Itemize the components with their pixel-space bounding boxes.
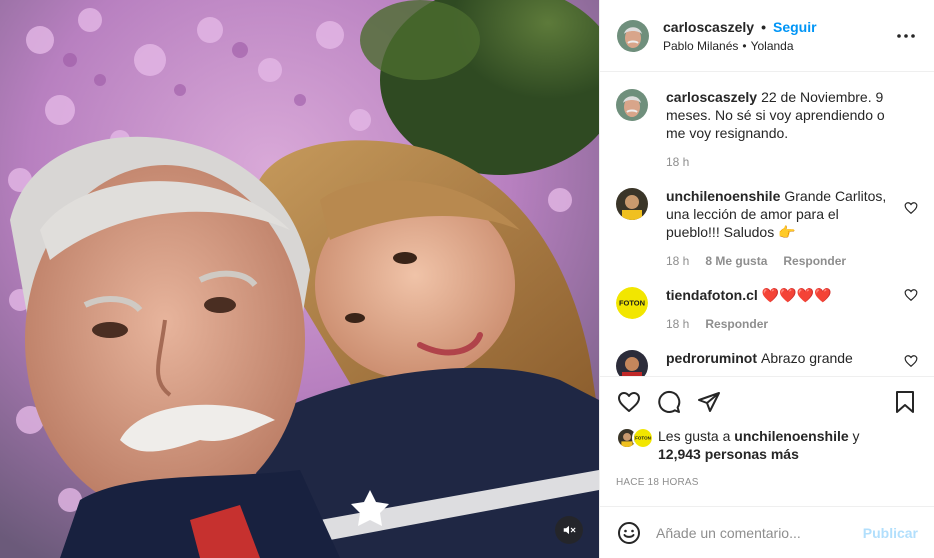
heart-icon [618,392,640,412]
comment-meta: 18 h Responder [666,317,894,331]
comment-body: unchilenoenshile Grande Carlitos, una lec… [666,187,918,268]
comment-text: tiendafoton.cl ❤️❤️❤️❤️ [666,286,894,304]
reply-button[interactable]: Responder [783,254,846,268]
reply-button[interactable]: Responder [705,317,768,331]
comment-input[interactable] [656,524,863,541]
mute-button[interactable] [555,516,583,544]
comment-item: unchilenoenshile Grande Carlitos, una lec… [616,187,918,268]
like-comment-heart-icon[interactable] [904,201,918,215]
likes-summary: FOTON Les gusta a unchilenoenshile y 12,… [616,427,918,463]
liker-avatar: FOTON [632,427,654,449]
comment-content: Abrazo grande [761,350,853,366]
emoji-button[interactable] [616,520,642,546]
more-horizontal-icon [897,33,915,38]
comment-content: ❤️❤️❤️❤️ [761,287,832,303]
paper-plane-icon [698,392,720,412]
follow-button[interactable]: Seguir [773,18,817,36]
commenter-avatar[interactable] [616,188,648,220]
avatar-image [616,89,648,121]
publish-button[interactable]: Publicar [863,525,918,541]
save-button[interactable] [892,389,918,415]
comment-body: tiendafoton.cl ❤️❤️❤️❤️ 18 h Responder [666,286,918,331]
caption: carloscaszely 22 de Noviembre. 9 meses. N… [616,88,918,169]
comment-likes[interactable]: 8 Me gusta [705,254,767,268]
comment-text: unchilenoenshile Grande Carlitos, una lec… [666,187,894,241]
caption-meta: 18 h [666,155,894,169]
audio-song: Yolanda [750,38,794,53]
comment-item: FOTON tiendafoton.cl ❤️❤️❤️❤️ 18 h Respon… [616,286,918,331]
comment-username[interactable]: tiendafoton.cl [666,287,758,303]
header-text: carloscaszely • Seguir Pablo Milanés • Yol… [663,18,894,54]
audio-separator: • [742,38,747,53]
caption-time[interactable]: 18 h [666,155,689,169]
like-comment-heart-icon[interactable] [904,354,918,368]
comment-body: pedroruminot Abrazo grande [666,349,918,367]
caption-text: carloscaszely 22 de Noviembre. 9 meses. N… [666,88,894,142]
post-actions-area: FOTON Les gusta a unchilenoenshile y 12,… [600,376,934,489]
post-photo[interactable] [0,0,599,558]
header-row: carloscaszely • Seguir [663,18,894,36]
separator-dot: • [761,18,766,35]
likers-avatars: FOTON [616,427,654,449]
author-avatar[interactable] [617,19,649,52]
like-button[interactable] [616,389,642,415]
audio-artist: Pablo Milanés [663,38,739,53]
comment-bubble-icon [658,391,681,413]
likes-text: Les gusta a unchilenoenshile y 12,943 pe… [658,427,860,463]
action-bar [616,377,918,427]
volume-off-icon [563,525,576,535]
audio-info[interactable]: Pablo Milanés • Yolanda [663,39,894,54]
comment-text: pedroruminot Abrazo grande [666,349,894,367]
comment-username[interactable]: pedroruminot [666,350,757,366]
commenter-avatar[interactable] [616,350,648,376]
smiley-icon [618,521,640,544]
post-side-panel: carloscaszely • Seguir Pablo Milanés • Yol… [599,0,934,558]
post-header: carloscaszely • Seguir Pablo Milanés • Yol… [600,0,934,72]
foton-logo-avatar: FOTON [634,429,652,447]
comment-meta: 18 h 8 Me gusta Responder [666,254,894,268]
more-options-button[interactable] [894,24,918,48]
like-comment-heart-icon[interactable] [904,288,918,302]
comment-time[interactable]: 18 h [666,254,689,268]
comment-time[interactable]: 18 h [666,317,689,331]
comment-item: pedroruminot Abrazo grande [616,349,918,376]
share-button[interactable] [696,389,722,415]
svg-text:FOTON: FOTON [619,299,645,308]
likes-count[interactable]: 12,943 personas más [658,446,799,462]
caption-body: carloscaszely 22 de Noviembre. 9 meses. N… [666,88,918,169]
foton-logo-avatar: FOTON [616,287,648,319]
caption-username[interactable]: carloscaszely [666,89,757,105]
likes-middle: y [848,428,860,444]
avatar-image [616,188,648,220]
avatar-image [616,350,648,376]
caption-avatar[interactable] [616,89,648,121]
comments-list[interactable]: carloscaszely 22 de Noviembre. 9 meses. N… [600,72,934,376]
avatar-image [617,19,649,52]
likes-prefix: Les gusta a [658,428,735,444]
post-age[interactable]: HACE 18 HORAS [616,477,918,489]
liker-username[interactable]: unchilenoenshile [734,428,848,444]
selfie-photo [0,0,599,558]
author-username[interactable]: carloscaszely [663,18,754,36]
svg-text:FOTON: FOTON [635,436,651,441]
comment-username[interactable]: unchilenoenshile [666,188,780,204]
add-comment-bar: Publicar [600,506,934,558]
commenter-avatar[interactable]: FOTON [616,287,648,319]
instagram-post: carloscaszely • Seguir Pablo Milanés • Yol… [0,0,934,558]
bookmark-icon [896,391,914,413]
comment-button[interactable] [656,389,682,415]
